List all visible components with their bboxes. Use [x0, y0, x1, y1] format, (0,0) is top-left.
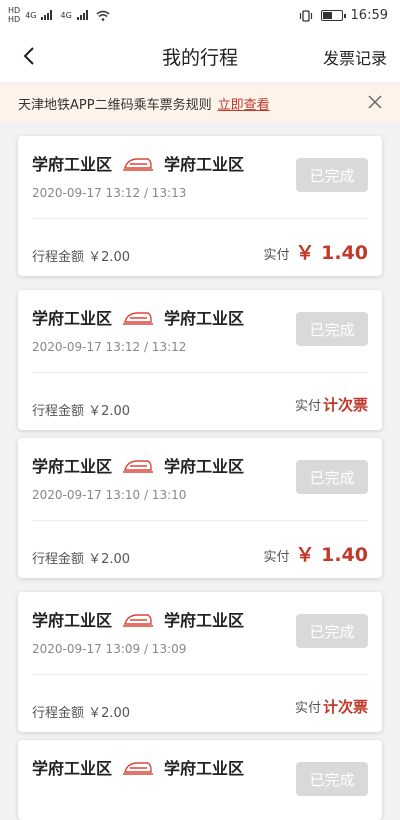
- fare-amount: 行程金额 ￥2.00: [32, 706, 131, 721]
- status-badge: 已完成: [296, 762, 368, 796]
- origin-station: 学府工业区: [32, 759, 113, 778]
- network-type: 4G: [25, 10, 37, 20]
- signal-icon: [41, 10, 55, 20]
- close-icon[interactable]: [368, 95, 382, 109]
- invoice-records-link[interactable]: 发票记录: [323, 45, 387, 69]
- trip-route: 学府工业区 学府工业区: [32, 607, 244, 631]
- network-type: 4G: [60, 10, 72, 20]
- destination-station: 学府工业区: [164, 611, 245, 630]
- train-icon: [123, 312, 154, 325]
- paid-value: 计次票: [322, 698, 368, 716]
- status-badge: 已完成: [296, 614, 368, 648]
- divider: [32, 520, 368, 521]
- origin-station: 学府工业区: [32, 611, 113, 630]
- notice-text: 天津地铁APP二维码乘车票务规则: [18, 98, 212, 113]
- paid-value: 计次票: [322, 396, 368, 414]
- trip-datetime: 2020-09-17 13:09 / 13:09: [32, 642, 187, 656]
- status-badge: 已完成: [296, 158, 368, 192]
- trip-datetime: 2020-09-17 13:10 / 13:10: [32, 488, 187, 502]
- notice-banner: 天津地铁APP二维码乘车票务规则 立即查看: [0, 84, 400, 122]
- status-bar: HD HD 4G 4G 16:59: [0, 0, 400, 34]
- train-icon: [123, 614, 154, 627]
- divider: [32, 674, 368, 675]
- divider: [32, 218, 368, 219]
- paid-label: 实付: [294, 399, 321, 414]
- trip-card[interactable]: 学府工业区 学府工业区 已完成 2020-09-17 13:10 / 13:10 行程金…: [18, 438, 382, 578]
- paid-amount: 实付 计次票: [295, 696, 368, 717]
- status-bar-left: HD HD 4G 4G: [8, 6, 110, 24]
- trip-route: 学府工业区 学府工业区: [32, 305, 244, 329]
- trip-card[interactable]: 学府工业区 学府工业区 已完成 2020-09-17 13:12 / 13:13 行程金…: [18, 136, 382, 276]
- paid-label: 实付: [263, 248, 290, 263]
- origin-station: 学府工业区: [32, 457, 113, 476]
- paid-value: ￥ 1.40: [295, 544, 369, 566]
- train-icon: [123, 762, 154, 775]
- paid-value: ￥ 1.40: [295, 242, 369, 264]
- destination-station: 学府工业区: [164, 759, 245, 778]
- trip-route: 学府工业区 学府工业区: [32, 453, 244, 477]
- trip-datetime: 2020-09-17 13:12 / 13:12: [32, 340, 187, 354]
- destination-station: 学府工业区: [164, 309, 245, 328]
- app-header: 我的行程 发票记录: [0, 34, 400, 82]
- wifi-icon: [96, 10, 110, 21]
- clock: 16:59: [350, 8, 388, 23]
- signal-icon: [76, 10, 91, 20]
- destination-station: 学府工业区: [164, 155, 245, 174]
- paid-label: 实付: [294, 701, 321, 716]
- hd-tag: HD: [8, 6, 21, 15]
- status-badge: 已完成: [296, 460, 368, 494]
- trip-card[interactable]: 学府工业区 学府工业区 已完成 2020-09-17 13:09 / 13:09 行程金…: [18, 592, 382, 732]
- battery-icon: [320, 10, 346, 21]
- paid-label: 实付: [263, 550, 290, 565]
- origin-station: 学府工业区: [32, 155, 113, 174]
- fare-amount: 行程金额 ￥2.00: [32, 404, 131, 419]
- destination-station: 学府工业区: [164, 457, 245, 476]
- fare-amount: 行程金额 ￥2.00: [32, 250, 131, 265]
- train-icon: [123, 460, 154, 473]
- status-badge: 已完成: [296, 312, 368, 346]
- paid-amount: 实付 ￥ 1.40: [263, 540, 368, 567]
- paid-amount: 实付 ￥ 1.40: [263, 238, 368, 265]
- fare-amount: 行程金额 ￥2.00: [32, 552, 131, 567]
- status-bar-right: 16:59: [299, 8, 388, 23]
- vibrate-icon: [299, 9, 312, 22]
- trip-route: 学府工业区 学府工业区: [32, 755, 244, 779]
- trip-card[interactable]: 学府工业区 学府工业区 已完成 2020-09-17 13:12 / 13:12 行程金…: [18, 290, 382, 430]
- trip-datetime: 2020-09-17 13:12 / 13:13: [32, 186, 187, 200]
- notice-view-link[interactable]: 立即查看: [218, 98, 270, 113]
- trip-card[interactable]: 学府工业区 学府工业区 已完成: [18, 740, 382, 820]
- trip-route: 学府工业区 学府工业区: [32, 151, 244, 175]
- paid-amount: 实付 计次票: [295, 394, 368, 415]
- hd-tag: HD: [8, 15, 21, 24]
- train-icon: [123, 158, 154, 171]
- divider: [32, 372, 368, 373]
- notice-content: 天津地铁APP二维码乘车票务规则 立即查看: [18, 94, 270, 113]
- origin-station: 学府工业区: [32, 309, 113, 328]
